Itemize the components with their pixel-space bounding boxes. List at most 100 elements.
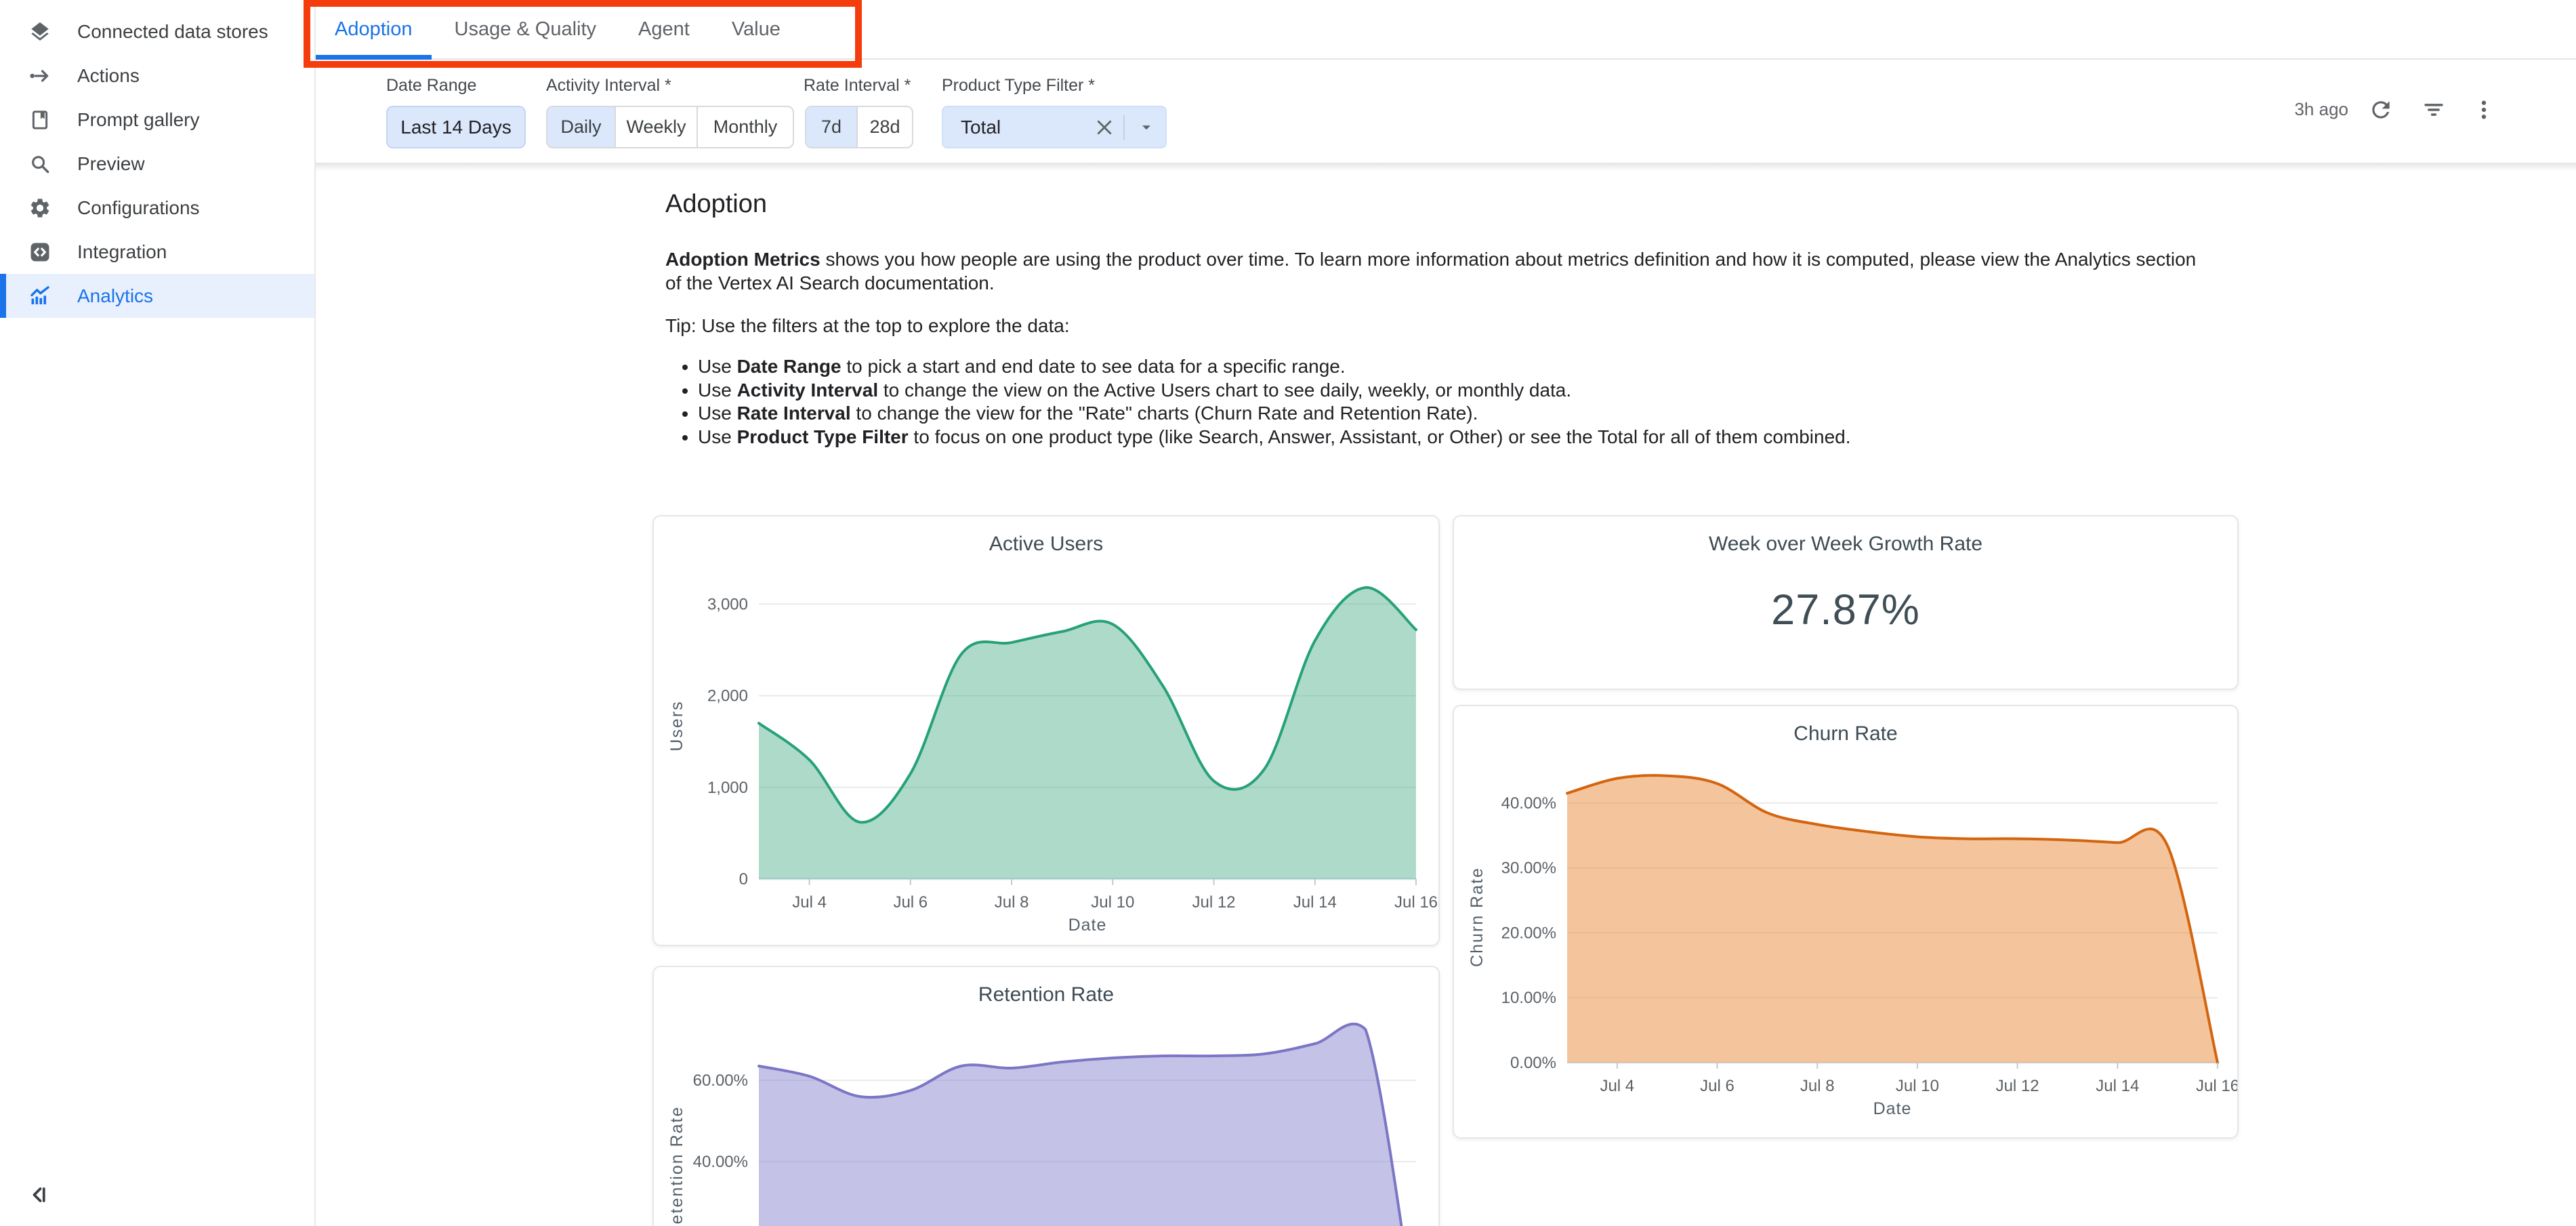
code-icon: [27, 239, 53, 265]
product-type-filter-label: Product Type Filter *: [942, 76, 1095, 96]
activity-weekly-segment[interactable]: Weekly: [616, 107, 698, 147]
svg-text:Jul 12: Jul 12: [1996, 1077, 2039, 1095]
sidebar-item-label: Configurations: [77, 197, 200, 219]
dropdown-separator: [1123, 115, 1125, 140]
chevron-down-icon[interactable]: [1133, 114, 1160, 141]
svg-text:2,000: 2,000: [707, 687, 748, 706]
sidebar-item-prompt-gallery[interactable]: Prompt gallery: [0, 98, 314, 142]
svg-text:40.00%: 40.00%: [1501, 794, 1556, 813]
retention-rate-card: Retention Rate Jul 4Jul 6Jul 8Jul 10Jul …: [652, 966, 1440, 1226]
activity-monthly-segment[interactable]: Monthly: [698, 107, 793, 147]
rate-7d-segment[interactable]: 7d: [806, 107, 858, 147]
intro-paragraph: Adoption Metrics shows you how people ar…: [665, 247, 2203, 295]
collapse-sidebar-button[interactable]: [23, 1179, 56, 1211]
bookmark-icon: [27, 107, 53, 133]
svg-text:Jul 16: Jul 16: [2196, 1077, 2237, 1095]
svg-text:30.00%: 30.00%: [1501, 859, 1556, 878]
svg-text:Jul 6: Jul 6: [1700, 1077, 1734, 1095]
svg-text:Jul 8: Jul 8: [1800, 1077, 1835, 1095]
svg-text:Jul 4: Jul 4: [792, 893, 827, 912]
tab-agent[interactable]: Agent: [619, 0, 709, 58]
svg-text:60.00%: 60.00%: [693, 1071, 748, 1090]
arrow-right-icon: [27, 63, 53, 89]
tip-text: Tip: Use the filters at the top to explo…: [665, 315, 2203, 337]
svg-text:Jul 10: Jul 10: [1896, 1077, 1939, 1095]
chart-title: Week over Week Growth Rate: [1454, 533, 2237, 556]
date-range-button[interactable]: Last 14 Days: [386, 106, 526, 148]
sidebar-item-label: Prompt gallery: [77, 109, 200, 131]
more-options-button[interactable]: [2465, 91, 2503, 129]
chart-title: Churn Rate: [1454, 722, 2237, 745]
tab-adoption[interactable]: Adoption: [316, 0, 432, 58]
sidebar: Connected data stores Actions Prompt gal…: [0, 0, 316, 1226]
refresh-button[interactable]: [2362, 91, 2400, 129]
main-content: Adoption Adoption Metrics shows you how …: [316, 163, 2576, 1226]
activity-interval-label: Activity Interval *: [546, 76, 671, 96]
sidebar-item-preview[interactable]: Preview: [0, 142, 314, 186]
growth-rate-value: 27.87%: [1454, 586, 2237, 634]
collapse-chevron-icon: [27, 1183, 51, 1207]
adoption-description: Adoption Adoption Metrics shows you how …: [665, 190, 2203, 449]
gear-icon: [27, 195, 53, 221]
svg-text:Jul 4: Jul 4: [1600, 1077, 1634, 1095]
chart-title: Retention Rate: [654, 983, 1438, 1006]
page-title: Adoption: [665, 190, 2203, 219]
svg-text:Date: Date: [1068, 916, 1107, 935]
svg-text:Jul 10: Jul 10: [1091, 893, 1134, 912]
svg-text:10.00%: 10.00%: [1501, 989, 1556, 1007]
svg-text:Jul 8: Jul 8: [995, 893, 1029, 912]
clear-filter-icon[interactable]: [1091, 114, 1118, 141]
svg-text:Jul 6: Jul 6: [893, 893, 928, 912]
date-range-label: Date Range: [386, 76, 476, 96]
filter-bar: Date Range Last 14 Days Activity Interva…: [316, 61, 2576, 163]
list-item: Use Product Type Filter to focus on one …: [698, 426, 2203, 449]
sidebar-item-analytics[interactable]: Analytics: [0, 274, 314, 318]
sidebar-item-label: Actions: [77, 65, 140, 87]
svg-text:Jul 12: Jul 12: [1192, 893, 1235, 912]
tab-value[interactable]: Value: [713, 0, 799, 58]
svg-text:0.00%: 0.00%: [1510, 1054, 1556, 1072]
layers-icon: [27, 19, 53, 45]
last-refreshed-text: 3h ago: [2220, 99, 2348, 120]
wow-growth-card: Week over Week Growth Rate 27.87%: [1453, 515, 2239, 690]
svg-text:Retention Rate: Retention Rate: [667, 1106, 686, 1226]
churn-rate-chart: Jul 4 Jul 6 Jul 8 Jul 10 Jul 12 Jul 14 Jul 16 0…: [1454, 745, 2237, 1136]
svg-text:40.00%: 40.00%: [693, 1153, 748, 1171]
list-item: Use Rate Interval to change the view for…: [698, 402, 2203, 426]
product-type-value: Total: [961, 117, 1091, 138]
analytics-icon: [27, 283, 53, 309]
activity-interval-segmented: Daily Weekly Monthly: [546, 106, 794, 148]
svg-text:Users: Users: [667, 700, 686, 751]
tips-list: Use Date Range to pick a start and end d…: [665, 355, 2203, 449]
intro-text: shows you how people are using the produ…: [665, 249, 2196, 293]
svg-text:20.00%: 20.00%: [1501, 924, 1556, 942]
sidebar-item-integration[interactable]: Integration: [0, 230, 314, 274]
filter-button[interactable]: [2415, 91, 2453, 129]
filter-icon: [2421, 97, 2447, 123]
sidebar-item-actions[interactable]: Actions: [0, 54, 314, 98]
svg-text:3,000: 3,000: [707, 595, 748, 613]
sidebar-item-configurations[interactable]: Configurations: [0, 186, 314, 230]
churn-rate-card: Churn Rate Jul 4Jul 6Jul 8Jul 10Jul 12Ju…: [1453, 705, 2239, 1139]
rate-28d-segment[interactable]: 28d: [858, 107, 912, 147]
active-users-chart: Jul 4 Jul 6 Jul 8 Jul 10 Jul 12 Jul 14 Jul 16 0…: [654, 556, 1438, 943]
activity-daily-segment[interactable]: Daily: [547, 107, 616, 147]
refresh-icon: [2368, 97, 2394, 123]
svg-text:Jul 14: Jul 14: [2096, 1077, 2139, 1095]
svg-text:0: 0: [739, 870, 748, 888]
list-item: Use Activity Interval to change the view…: [698, 379, 2203, 403]
sidebar-item-label: Analytics: [77, 285, 153, 307]
svg-text:1,000: 1,000: [707, 779, 748, 797]
tab-usage-quality[interactable]: Usage & Quality: [436, 0, 616, 58]
list-item: Use Date Range to pick a start and end d…: [698, 355, 2203, 379]
sidebar-item-connected-data-stores[interactable]: Connected data stores: [0, 9, 314, 54]
svg-text:Jul 16: Jul 16: [1394, 893, 1438, 912]
sidebar-item-label: Preview: [77, 153, 145, 175]
analytics-tabbar: Adoption Usage & Quality Agent Value: [316, 0, 2576, 60]
product-type-dropdown[interactable]: Total: [942, 106, 1167, 148]
sidebar-item-label: Integration: [77, 241, 167, 263]
chart-title: Active Users: [654, 533, 1438, 556]
svg-text:Date: Date: [1873, 1099, 1912, 1118]
svg-text:Jul 14: Jul 14: [1293, 893, 1337, 912]
rate-interval-label: Rate Interval *: [804, 76, 911, 96]
